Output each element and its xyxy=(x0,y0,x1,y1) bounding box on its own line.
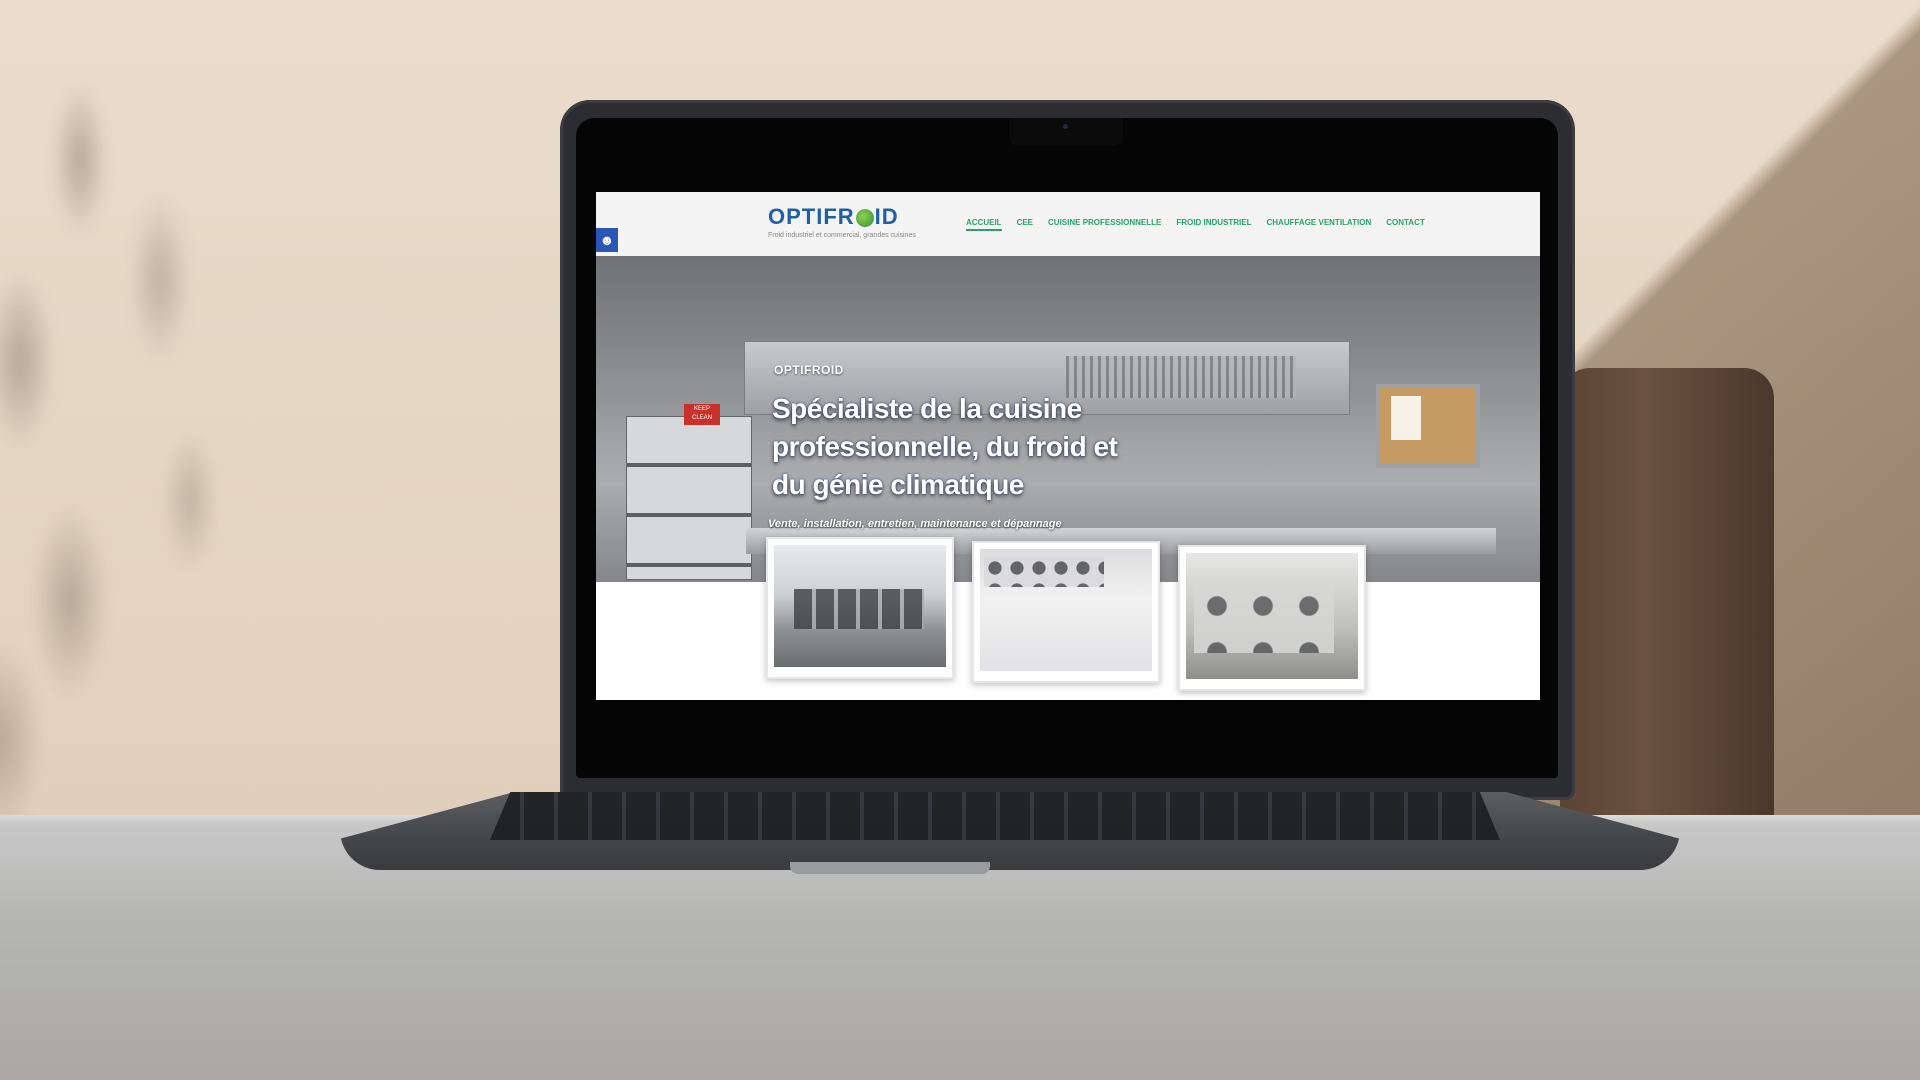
logo-tagline: Froid industriel et commercial, grandes … xyxy=(768,232,916,239)
nav-item-contact[interactable]: CONTACT xyxy=(1386,218,1425,231)
nav-item-cee[interactable]: CEE xyxy=(1017,218,1033,231)
nav-item-cuisine-professionnelle[interactable]: CUISINE PROFESSIONNELLE xyxy=(1048,218,1161,231)
hero-subtitle: Vente, installation, entretien, maintena… xyxy=(768,518,1062,530)
plant-shadow xyxy=(0,0,380,880)
camera-icon xyxy=(1063,124,1068,129)
leaf-icon xyxy=(855,209,874,227)
logo-text-start: OPTIFR xyxy=(768,204,855,229)
camera-notch xyxy=(1009,118,1123,146)
notice-paper xyxy=(1391,396,1421,440)
trackpad-lip xyxy=(790,862,990,874)
nav-item-froid-industriel[interactable]: FROID INDUSTRIEL xyxy=(1176,218,1251,231)
kitchen-photo-icon xyxy=(774,545,946,667)
laptop-stand xyxy=(1560,368,1774,838)
main-nav: ACCUEIL CEE CUISINE PROFESSIONNELLE FROI… xyxy=(966,218,1425,231)
pizza-oven xyxy=(626,416,752,580)
hero-brand: OPTIFROID xyxy=(774,363,844,377)
logo-text-end: ID xyxy=(874,204,899,229)
card-climatisation[interactable] xyxy=(1178,545,1366,691)
logo[interactable]: OPTIFR ID xyxy=(768,204,899,230)
keyboard xyxy=(490,792,1500,840)
service-cards xyxy=(766,537,1366,691)
keep-clean-sign: KEEP CLEAN xyxy=(684,404,720,425)
card-froid[interactable] xyxy=(972,541,1160,683)
hero-title: Spécialiste de la cuisine professionnell… xyxy=(772,393,1118,500)
site-header: OPTIFR ID Froid industriel et commercial,… xyxy=(596,192,1540,257)
accessibility-icon[interactable]: ☻ xyxy=(596,228,618,252)
air-conditioning-photo-icon xyxy=(1186,553,1358,679)
website-screen: OPTIFR ID Froid industriel et commercial,… xyxy=(596,192,1540,700)
nav-item-chauffage-ventilation[interactable]: CHAUFFAGE VENTILATION xyxy=(1266,218,1371,231)
hero-banner: KEEP CLEAN OPTIFROID Spécialiste de la c… xyxy=(596,256,1540,582)
nav-item-accueil[interactable]: ACCUEIL xyxy=(966,218,1002,231)
card-cuisine[interactable] xyxy=(766,537,954,679)
cold-room-photo-icon xyxy=(980,549,1152,671)
